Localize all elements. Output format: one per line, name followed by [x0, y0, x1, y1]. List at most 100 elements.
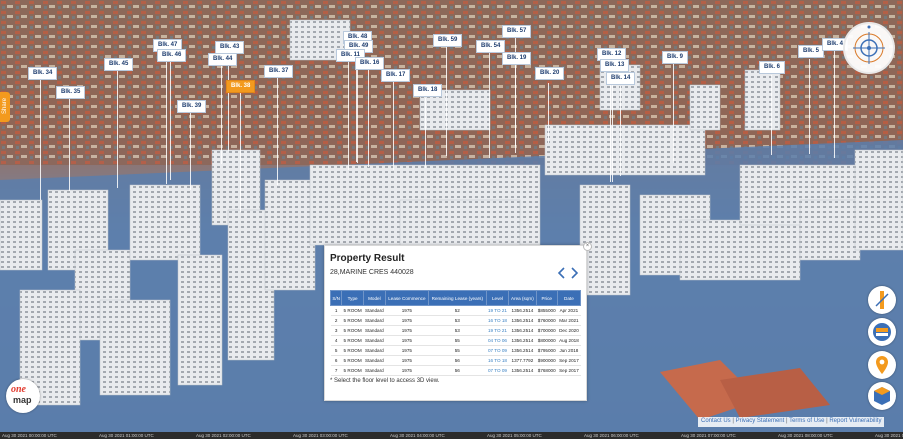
floor-level-link[interactable]: 16 TO 18	[486, 315, 509, 326]
timeline-tick-label: Aug 30 2021 06:00:00 UTC	[584, 433, 639, 438]
table-cell: Standard	[363, 325, 386, 336]
table-cell: 1975	[385, 365, 429, 376]
table-cell: 3	[330, 325, 342, 336]
table-cell: 1356.2514	[508, 305, 537, 316]
table-row: 55 ROOM Standard 1975 55 07 TO 09 1356.2514 $7…	[330, 345, 581, 356]
table-cell: 55	[428, 335, 487, 346]
3d-building-icon[interactable]	[868, 382, 896, 410]
column-header: Level	[485, 290, 510, 306]
table-cell: 1356.2514	[508, 335, 537, 346]
table-row: 25 ROOM Standard 1975 53 16 TO 18 1356.2514 $7…	[330, 315, 581, 326]
block-label[interactable]: Blk. 19	[502, 52, 532, 65]
block-label[interactable]: Blk. 34	[28, 67, 58, 80]
floor-level-link[interactable]: 16 TO 18	[486, 355, 509, 366]
block-label[interactable]: Blk. 45	[104, 58, 134, 71]
table-cell: Sep 2017	[557, 355, 581, 366]
block-label[interactable]: Blk. 5	[798, 45, 825, 58]
block-label[interactable]: Blk. 17	[381, 69, 411, 82]
table-cell: Standard	[363, 345, 386, 356]
table-cell: 1975	[385, 355, 429, 366]
logo-text-map: map	[13, 395, 32, 405]
timeline-bar[interactable]: Aug 30 2021 00:00:00 UTC Aug 30 2021 01:0…	[0, 432, 903, 439]
panel-note: * Select the floor level to access 3D vi…	[330, 378, 440, 384]
layers-icon[interactable]	[868, 318, 896, 346]
block-label[interactable]: Blk. 9	[662, 51, 689, 64]
block-label-selected[interactable]: Blk. 38	[226, 80, 256, 93]
block-label[interactable]: Blk. 16	[355, 57, 385, 70]
table-cell: Sep 2017	[557, 365, 581, 376]
block-label[interactable]: Blk. 44	[208, 53, 238, 66]
block-label[interactable]: Blk. 14	[606, 72, 636, 85]
table-cell: 4	[330, 335, 342, 346]
block-label[interactable]: Blk. 18	[413, 84, 443, 97]
table-cell: 1356.2514	[508, 325, 537, 336]
close-icon[interactable]: ×	[583, 242, 592, 251]
table-cell: 1975	[385, 335, 429, 346]
table-cell: 1377.7792	[508, 355, 537, 366]
table-cell: Mar 2021	[557, 315, 581, 326]
floor-level-link[interactable]: 04 TO 06	[486, 335, 509, 346]
block-label[interactable]: Blk. 59	[433, 34, 463, 47]
footer-link[interactable]: Terms of Use	[789, 418, 824, 424]
panel-title: Property Result	[330, 253, 405, 264]
table-cell: 56	[428, 355, 487, 366]
table-body: 15 ROOM Standard 1975 52 19 TO 21 1356.2514 $8…	[330, 305, 581, 376]
column-header: Lease Commence	[384, 290, 429, 306]
block-label[interactable]: Blk. 13	[600, 59, 630, 72]
table-cell: Standard	[363, 335, 386, 346]
table-cell: 1975	[385, 305, 429, 316]
block-label[interactable]: Blk. 57	[502, 25, 532, 38]
table-cell: 5 ROOM	[341, 325, 364, 336]
table-cell: Apr 2021	[557, 305, 581, 316]
floor-level-link[interactable]: 07 TO 09	[486, 365, 509, 376]
floor-level-link[interactable]: 19 TO 21	[486, 325, 509, 336]
footer-link[interactable]: Report Vulnerability	[829, 418, 881, 424]
table-header-row: S/N Type Model Lease Commence Remaining Leas…	[329, 290, 582, 306]
transactions-table: S/N Type Model Lease Commence Remaining Leas…	[329, 290, 582, 376]
footer-link[interactable]: Contact Us	[701, 418, 731, 424]
column-header: Type	[341, 290, 364, 306]
compass-icon[interactable]	[843, 22, 895, 74]
column-header: Date	[556, 290, 582, 306]
table-cell: Aug 2018	[557, 335, 581, 346]
timeline-tick-label: Aug 30 2021 02:00:00 UTC	[196, 433, 251, 438]
property-result-panel: × Property Result 28,MARINE CRES 440028 …	[324, 242, 592, 401]
table-cell: 1356.2514	[508, 365, 537, 376]
block-label[interactable]: Blk. 37	[264, 65, 294, 78]
table-cell: $855000	[536, 305, 558, 316]
timeline-tick-label: Aug 30 2021 09:00:00 UTC	[875, 433, 903, 438]
table-row: 15 ROOM Standard 1975 52 19 TO 21 1356.2514 $8…	[330, 305, 581, 316]
table-row: 35 ROOM Standard 1975 53 19 TO 21 1356.2514 $7…	[330, 325, 581, 336]
timeline-tick-label: Aug 30 2021 04:00:00 UTC	[390, 433, 445, 438]
table-cell: 1975	[385, 315, 429, 326]
share-tab[interactable]: Share	[0, 92, 10, 122]
table-cell: Jun 2018	[557, 345, 581, 356]
block-label[interactable]: Blk. 46	[157, 49, 187, 62]
table-row: 75 ROOM Standard 1975 56 07 TO 09 1356.2514 $7…	[330, 365, 581, 376]
table-cell: 6	[330, 355, 342, 366]
footer-links: Contact Us | Privacy Statement | Terms o…	[698, 417, 885, 427]
timeline-tick-label: Aug 30 2021 03:00:00 UTC	[293, 433, 348, 438]
block-label[interactable]: Blk. 20	[535, 67, 565, 80]
table-cell: Standard	[363, 365, 386, 376]
chevron-right-icon[interactable]	[569, 266, 579, 279]
onemap-logo: one map	[6, 379, 40, 413]
column-header: Area (sqm)	[508, 290, 537, 306]
block-label[interactable]: Blk. 39	[177, 100, 207, 113]
location-pin-icon[interactable]	[868, 351, 896, 379]
table-cell: $795000	[536, 345, 558, 356]
table-cell: $760000	[536, 315, 558, 326]
table-cell: 1975	[385, 325, 429, 336]
table-cell: $900000	[536, 355, 558, 366]
block-label[interactable]: Blk. 6	[759, 61, 786, 74]
table-cell: 1975	[385, 345, 429, 356]
table-cell: 5 ROOM	[341, 345, 364, 356]
footer-link[interactable]: Privacy Statement	[736, 418, 785, 424]
table-cell: 5	[330, 345, 342, 356]
block-label[interactable]: Blk. 35	[56, 86, 86, 99]
chevron-left-icon[interactable]	[557, 266, 567, 279]
floor-level-link[interactable]: 19 TO 21	[486, 305, 509, 316]
floor-level-link[interactable]: 07 TO 09	[486, 345, 509, 356]
measure-icon[interactable]	[868, 286, 896, 314]
block-label[interactable]: Blk. 54	[476, 40, 506, 53]
